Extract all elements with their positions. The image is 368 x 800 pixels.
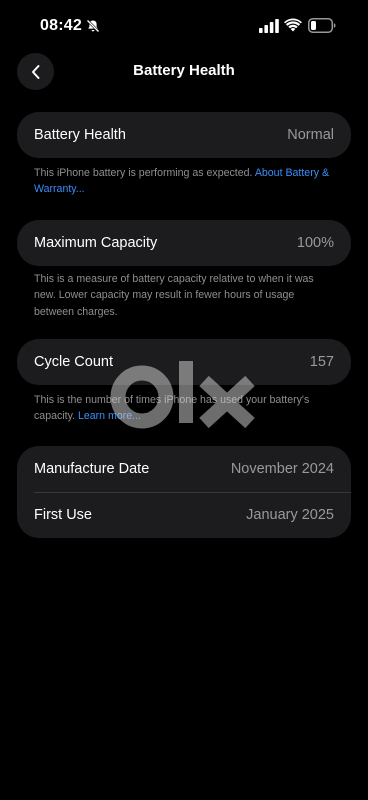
maximum-capacity-note: This is a measure of battery capacity re… [34,273,314,318]
cycle-count-note-text: This is the number of times iPhone has u… [34,394,310,423]
battery-health-card: Battery Health Normal [17,112,351,158]
page-title: Battery Health [133,62,235,79]
maximum-capacity-label: Maximum Capacity [34,235,158,251]
manufacture-date-label: Manufacture Date [34,461,150,477]
cycle-count-value: 157 [309,354,334,370]
battery-health-note: This iPhone battery is performing as exp… [34,165,334,198]
dates-card: Manufacture Date November 2024 First Use… [17,446,351,538]
maximum-capacity-value: 100% [296,235,334,251]
first-use-label: First Use [34,507,92,523]
battery-health-value: Normal [287,127,334,143]
wifi-icon [284,18,302,32]
battery-health-label: Battery Health [34,127,126,143]
battery-health-row: Battery Health Normal [17,112,351,158]
status-bar: 08:42 [0,0,368,52]
first-use-row: First Use January 2025 [17,492,351,538]
status-time: 08:42 [40,17,82,34]
cycle-count-note: This is the number of times iPhone has u… [34,392,334,425]
cycle-count-card: Cycle Count 157 [17,339,351,385]
first-use-value: January 2025 [246,507,334,523]
maximum-capacity-row: Maximum Capacity 100% [17,220,351,266]
manufacture-date-row: Manufacture Date November 2024 [17,446,351,492]
maximum-capacity-card: Maximum Capacity 100% [17,220,351,266]
bell-slash-icon [86,19,100,33]
learn-more-link[interactable]: Learn more... [78,410,141,422]
battery-icon [308,18,336,33]
battery-health-note-text: This iPhone battery is performing as exp… [34,167,253,179]
cycle-count-label: Cycle Count [34,354,113,370]
manufacture-date-value: November 2024 [230,461,334,477]
cellular-signal-icon [259,19,279,33]
cycle-count-row: Cycle Count 157 [17,339,351,385]
